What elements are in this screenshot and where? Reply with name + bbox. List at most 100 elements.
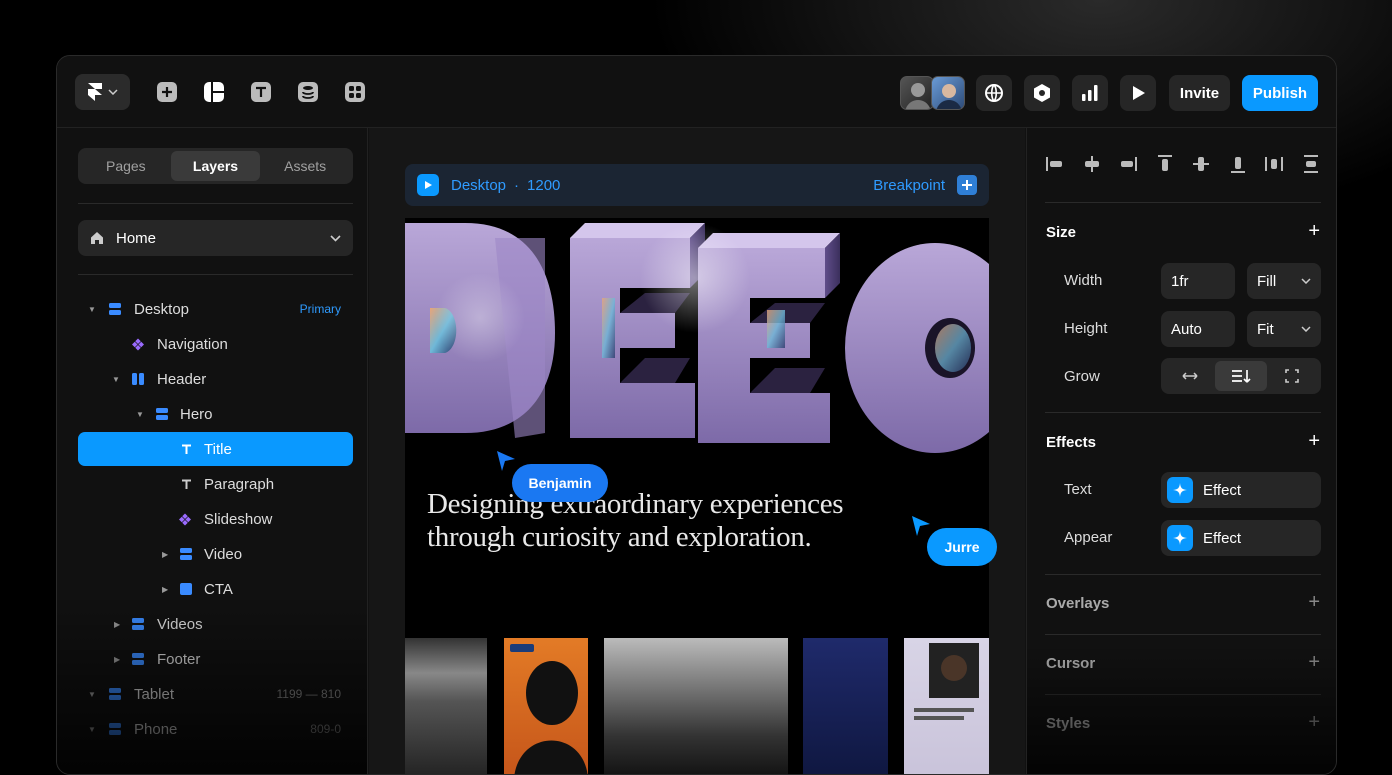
desktop-frame[interactable]: Designing extraordinary experiences thro… bbox=[405, 218, 989, 775]
analytics-button[interactable] bbox=[1072, 75, 1108, 111]
properties-panel: Size + Width 1fr Fill Height Auto Fit Gr… bbox=[1026, 128, 1336, 774]
caret-down-icon[interactable]: ▼ bbox=[112, 375, 120, 384]
expand-icon bbox=[1285, 369, 1299, 383]
site-settings-button[interactable] bbox=[976, 75, 1012, 111]
layer-header[interactable]: ▼ Header bbox=[78, 362, 353, 396]
layer-videos[interactable]: ▶ Videos bbox=[78, 607, 353, 641]
tab-layers[interactable]: Layers bbox=[171, 151, 261, 181]
chevron-down-icon bbox=[1301, 278, 1311, 284]
layer-hero[interactable]: ▼ Hero bbox=[78, 397, 353, 431]
layout-button[interactable] bbox=[202, 80, 226, 104]
collaborator-avatar[interactable] bbox=[900, 76, 934, 110]
grow-both-option[interactable] bbox=[1267, 361, 1318, 391]
layer-slideshow[interactable]: Slideshow bbox=[78, 502, 353, 536]
divider bbox=[78, 274, 353, 275]
layer-video[interactable]: ▶ Video bbox=[78, 537, 353, 571]
layer-tablet[interactable]: ▼ Tablet 1199 — 810 bbox=[78, 677, 353, 711]
overlays-add-icon[interactable]: + bbox=[1308, 591, 1320, 614]
layer-phone[interactable]: ▼ Phone 809-0 bbox=[78, 712, 353, 746]
width-mode-select[interactable]: Fill bbox=[1247, 263, 1321, 299]
text-tool-button[interactable] bbox=[249, 80, 273, 104]
text-effect-label: Text bbox=[1064, 481, 1092, 498]
align-left-icon[interactable] bbox=[1045, 154, 1065, 174]
stack-vertical-icon bbox=[132, 653, 144, 665]
cursor-pointer-icon bbox=[497, 451, 517, 471]
breakpoint-separator: · bbox=[514, 177, 519, 194]
size-add-icon[interactable]: + bbox=[1308, 220, 1320, 243]
height-mode-value: Fit bbox=[1257, 321, 1274, 338]
align-bottom-icon[interactable] bbox=[1228, 154, 1248, 174]
plus-icon bbox=[961, 179, 973, 191]
divider bbox=[78, 203, 353, 204]
breakpoint-width: 1200 bbox=[527, 177, 560, 194]
hero-title-line: through curiosity and exploration. bbox=[427, 521, 843, 554]
caret-down-icon[interactable]: ▼ bbox=[88, 690, 96, 699]
align-center-vertical-icon[interactable] bbox=[1191, 154, 1211, 174]
grow-horizontal-option[interactable] bbox=[1164, 361, 1215, 391]
tab-assets[interactable]: Assets bbox=[260, 151, 350, 181]
align-center-horizontal-icon[interactable] bbox=[1082, 154, 1102, 174]
caret-down-icon[interactable]: ▼ bbox=[88, 305, 96, 314]
preview-button[interactable] bbox=[1120, 75, 1156, 111]
canvas[interactable]: Desktop · 1200 Breakpoint bbox=[369, 128, 1025, 774]
distribute-horizontal-icon[interactable] bbox=[1264, 154, 1284, 174]
distribute-vertical-icon[interactable] bbox=[1301, 154, 1321, 174]
layer-label: Desktop bbox=[134, 301, 189, 318]
grow-label: Grow bbox=[1064, 368, 1100, 385]
layer-desktop[interactable]: ▼ Desktop Primary bbox=[78, 292, 353, 326]
width-label: Width bbox=[1064, 272, 1102, 289]
caret-down-icon[interactable]: ▼ bbox=[136, 410, 144, 419]
hero-title-line: Designing extraordinary experiences bbox=[427, 488, 843, 521]
layer-title[interactable]: Title bbox=[78, 432, 353, 466]
layer-navigation[interactable]: Navigation bbox=[78, 327, 353, 361]
hero-title[interactable]: Designing extraordinary experiences thro… bbox=[427, 488, 843, 554]
components-button[interactable] bbox=[343, 80, 367, 104]
align-right-icon[interactable] bbox=[1118, 154, 1138, 174]
play-preview-icon[interactable] bbox=[417, 174, 439, 196]
framer-menu-button[interactable] bbox=[75, 74, 130, 110]
thumbnail-image bbox=[904, 638, 989, 775]
caret-right-icon[interactable]: ▶ bbox=[114, 620, 120, 629]
sparkle-icon bbox=[1167, 525, 1193, 551]
caret-right-icon[interactable]: ▶ bbox=[162, 550, 168, 559]
layer-paragraph[interactable]: Paragraph bbox=[78, 467, 353, 501]
add-breakpoint-button[interactable] bbox=[957, 175, 977, 195]
cursor-add-icon[interactable]: + bbox=[1308, 651, 1320, 674]
add-breakpoint-label[interactable]: Breakpoint bbox=[873, 177, 945, 194]
text-effect-value: Effect bbox=[1203, 482, 1241, 499]
caret-right-icon[interactable]: ▶ bbox=[162, 585, 168, 594]
layer-footer[interactable]: ▶ Footer bbox=[78, 642, 353, 676]
layer-label: CTA bbox=[204, 581, 233, 598]
layer-cta[interactable]: ▶ CTA bbox=[78, 572, 353, 606]
caret-down-icon[interactable]: ▼ bbox=[88, 725, 96, 734]
layers-panel: Pages Layers Assets Home ▼ Desktop Prima… bbox=[57, 128, 368, 774]
styles-add-icon[interactable]: + bbox=[1308, 711, 1320, 734]
insert-button[interactable] bbox=[155, 80, 179, 104]
collaborator-avatar[interactable] bbox=[931, 76, 965, 110]
cms-button[interactable] bbox=[296, 80, 320, 104]
cursor-pointer-icon bbox=[912, 516, 932, 536]
layer-label: Slideshow bbox=[204, 511, 272, 528]
layer-label: Navigation bbox=[157, 336, 228, 353]
width-input[interactable]: 1fr bbox=[1161, 263, 1235, 299]
align-top-icon[interactable] bbox=[1155, 154, 1175, 174]
invite-button[interactable]: Invite bbox=[1169, 75, 1230, 111]
grow-vertical-option[interactable] bbox=[1215, 361, 1266, 391]
primary-badge: Primary bbox=[300, 302, 341, 316]
page-select[interactable]: Home bbox=[78, 220, 353, 256]
caret-right-icon[interactable]: ▶ bbox=[114, 655, 120, 664]
text-effect-field[interactable]: Effect bbox=[1161, 472, 1321, 508]
appear-effect-value: Effect bbox=[1203, 530, 1241, 547]
publish-button[interactable]: Publish bbox=[1242, 75, 1318, 111]
breakpoint-name[interactable]: Desktop bbox=[451, 177, 506, 194]
hero-3d-letters-image bbox=[405, 218, 989, 468]
tab-pages[interactable]: Pages bbox=[81, 151, 171, 181]
components-icon bbox=[344, 81, 366, 103]
avatar-icon bbox=[932, 77, 965, 110]
frame-icon bbox=[180, 583, 192, 595]
height-input[interactable]: Auto bbox=[1161, 311, 1235, 347]
effects-add-icon[interactable]: + bbox=[1308, 430, 1320, 453]
appear-effect-field[interactable]: Effect bbox=[1161, 520, 1321, 556]
settings-button[interactable] bbox=[1024, 75, 1060, 111]
height-mode-select[interactable]: Fit bbox=[1247, 311, 1321, 347]
